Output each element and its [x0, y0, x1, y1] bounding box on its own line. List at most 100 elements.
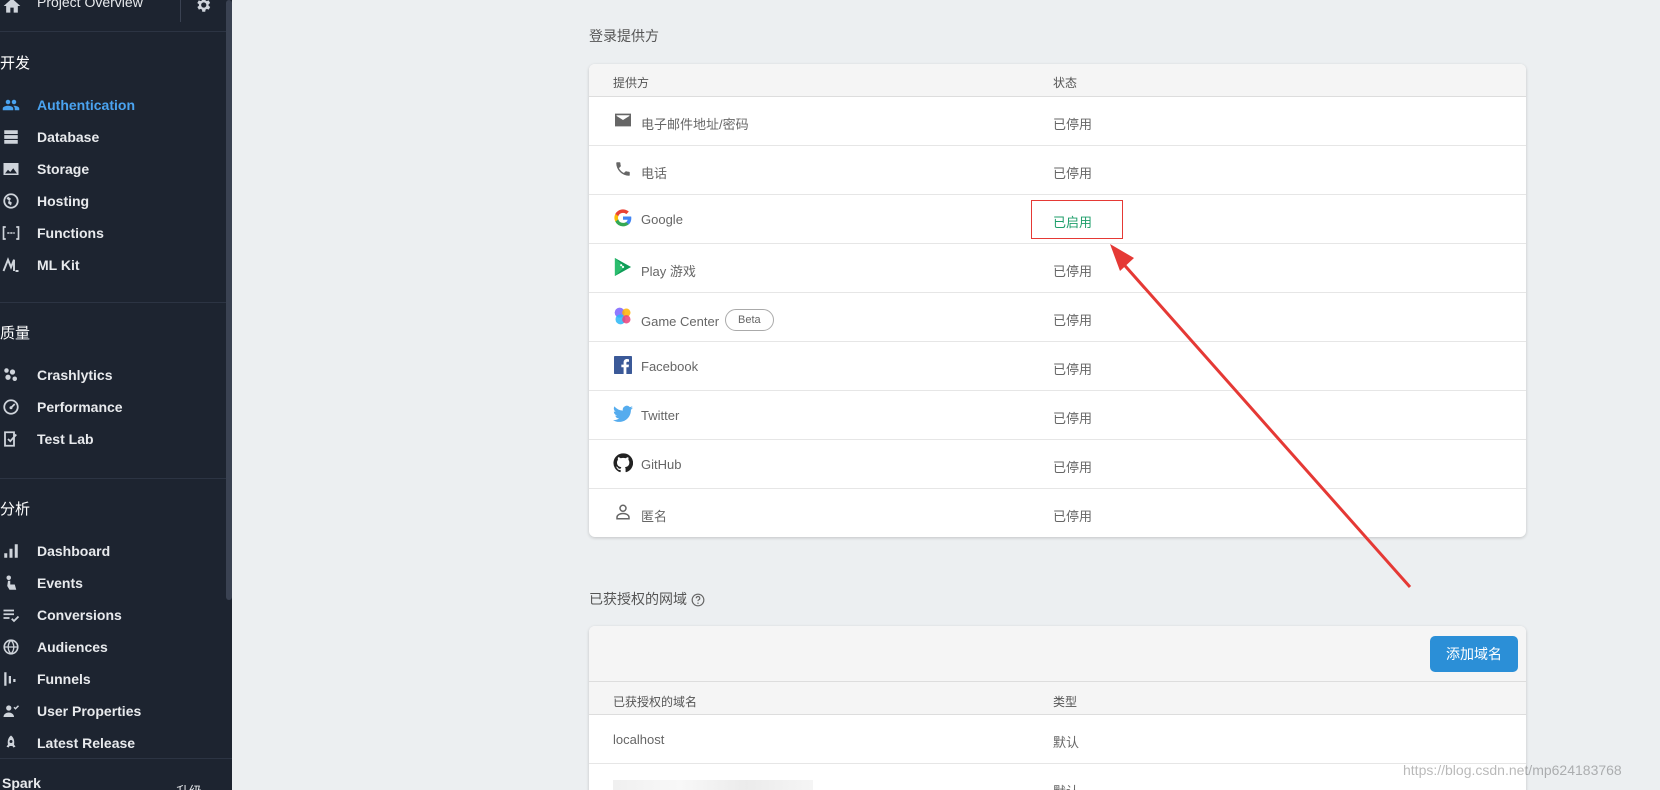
- sidebar-item-label: Functions: [37, 225, 104, 241]
- provider-name: 电子邮件地址/密码: [641, 117, 749, 132]
- provider-name: Game Center Beta: [641, 309, 774, 332]
- beta-badge: Beta: [725, 309, 774, 331]
- sidebar-item-label: Database: [37, 129, 100, 145]
- conversions-icon: [1, 605, 21, 625]
- sidebar-item-test-lab[interactable]: Test Lab: [0, 424, 226, 454]
- domains-table-header: 已获授权的域名 类型: [589, 682, 1526, 715]
- provider-status: 已停用: [1053, 460, 1093, 475]
- provider-row-phone[interactable]: 电话 已停用: [589, 146, 1526, 195]
- funnel-icon: [1, 669, 21, 689]
- provider-row-email[interactable]: 电子邮件地址/密码 已停用: [589, 97, 1526, 146]
- globe-icon: [1, 191, 21, 211]
- touch-icon: [1, 573, 21, 593]
- sidebar-item-label: Storage: [37, 161, 90, 177]
- sidebar-item-authentication[interactable]: Authentication: [0, 90, 226, 120]
- audience-globe-icon: [1, 637, 21, 657]
- domain-row-localhost[interactable]: localhost 默认: [589, 715, 1526, 764]
- column-header-status: 状态: [1053, 76, 1078, 90]
- provider-row-anonymous[interactable]: 匿名 已停用: [589, 489, 1526, 537]
- add-domain-button[interactable]: 添加域名: [1430, 636, 1518, 672]
- sidebar-item-label: Latest Release: [37, 735, 136, 751]
- providers-table: 提供方 状态 电子邮件地址/密码 已停用 电话 已停用 Google 已启用 P…: [589, 64, 1526, 537]
- divider: [0, 478, 226, 479]
- test-lab-icon: [1, 429, 21, 449]
- functions-icon: [1, 223, 21, 243]
- sidebar: Project Overview 开发 Authentication Datab…: [0, 0, 232, 790]
- watermark: https://blog.csdn.net/mp624183768: [1403, 762, 1622, 778]
- sidebar-item-label: Authentication: [37, 97, 135, 113]
- sidebar-item-label: Funnels: [37, 671, 91, 687]
- domain-name: localhost: [613, 732, 665, 747]
- domain-row-redacted[interactable]: 默认: [589, 764, 1526, 790]
- column-header-domain: 已获授权的域名: [613, 695, 698, 709]
- sidebar-item-label: Conversions: [37, 607, 122, 623]
- providers-table-header: 提供方 状态: [589, 64, 1526, 97]
- sidebar-item-hosting[interactable]: Hosting: [0, 186, 226, 216]
- sidebar-item-conversions[interactable]: Conversions: [0, 600, 226, 630]
- provider-status: 已停用: [1053, 509, 1093, 524]
- plan-bar: Spark 升级: [0, 758, 232, 790]
- provider-name: Play 游戏: [641, 264, 696, 279]
- provider-row-github[interactable]: GitHub 已停用: [589, 440, 1526, 489]
- sidebar-item-storage[interactable]: Storage: [0, 154, 226, 184]
- sidebar-item-crashlytics[interactable]: Crashlytics: [0, 360, 226, 390]
- user-properties-icon: [1, 701, 21, 721]
- sidebar-item-user-properties[interactable]: User Properties: [0, 696, 226, 726]
- annotation-highlight-box: [1031, 200, 1123, 239]
- gear-icon[interactable]: [194, 0, 212, 14]
- provider-status: 已停用: [1053, 117, 1093, 132]
- project-overview-bar: Project Overview: [0, 0, 232, 32]
- facebook-icon: [613, 355, 633, 375]
- divider: [0, 302, 226, 303]
- provider-name: 电话: [641, 166, 668, 181]
- provider-row-play-games[interactable]: Play 游戏 已停用: [589, 244, 1526, 293]
- game-center-icon: [613, 306, 633, 326]
- column-header-provider: 提供方: [613, 76, 650, 90]
- section-title-analytics: 分析: [0, 501, 31, 518]
- sidebar-item-label: Performance: [37, 399, 123, 415]
- sidebar-item-label: Audiences: [37, 639, 108, 655]
- provider-row-game-center[interactable]: Game Center Beta 已停用: [589, 293, 1526, 342]
- database-icon: [1, 127, 21, 147]
- home-icon[interactable]: [2, 0, 22, 16]
- sidebar-scrollbar[interactable]: [226, 0, 232, 600]
- sidebar-item-database[interactable]: Database: [0, 122, 226, 152]
- sidebar-item-label: Hosting: [37, 193, 90, 209]
- sidebar-item-audiences[interactable]: Audiences: [0, 632, 226, 662]
- google-icon: [613, 208, 633, 228]
- sidebar-item-events[interactable]: Events: [0, 568, 226, 598]
- domain-type: 默认: [1053, 735, 1080, 750]
- users-icon: [1, 95, 21, 115]
- domains-table: 添加域名 已获授权的域名 类型 localhost 默认 默认: [589, 626, 1526, 790]
- redacted-domain: [613, 780, 813, 790]
- provider-name: 匿名: [641, 509, 668, 524]
- provider-name: Facebook: [641, 359, 699, 374]
- help-icon[interactable]: [691, 593, 705, 607]
- provider-name-text: Game Center: [641, 313, 720, 329]
- sidebar-item-dashboard[interactable]: Dashboard: [0, 536, 226, 566]
- project-overview-link[interactable]: Project Overview: [37, 0, 143, 10]
- provider-name: GitHub: [641, 457, 682, 472]
- gauge-icon: [1, 397, 21, 417]
- sidebar-item-latest-release[interactable]: Latest Release: [0, 728, 226, 758]
- provider-name: Google: [641, 212, 683, 227]
- domains-toolbar: 添加域名: [589, 626, 1526, 682]
- sidebar-item-label: Crashlytics: [37, 367, 113, 383]
- sidebar-item-funnels[interactable]: Funnels: [0, 664, 226, 694]
- plan-name: Spark: [2, 775, 41, 790]
- twitter-icon: [613, 404, 633, 424]
- sidebar-item-performance[interactable]: Performance: [0, 392, 226, 422]
- phone-icon: [613, 159, 633, 179]
- provider-row-twitter[interactable]: Twitter 已停用: [589, 391, 1526, 440]
- anonymous-icon: [613, 502, 633, 522]
- upgrade-link[interactable]: 升级: [176, 781, 202, 790]
- provider-name: Twitter: [641, 408, 680, 423]
- provider-row-facebook[interactable]: Facebook 已停用: [589, 342, 1526, 391]
- sidebar-item-functions[interactable]: Functions: [0, 218, 226, 248]
- domains-title-text: 已获授权的网域: [589, 591, 687, 607]
- divider: [180, 0, 181, 22]
- provider-status: 已停用: [1053, 411, 1093, 426]
- sidebar-item-ml-kit[interactable]: ML Kit: [0, 250, 226, 280]
- provider-status: 已停用: [1053, 313, 1093, 328]
- sidebar-item-label: Events: [37, 575, 83, 591]
